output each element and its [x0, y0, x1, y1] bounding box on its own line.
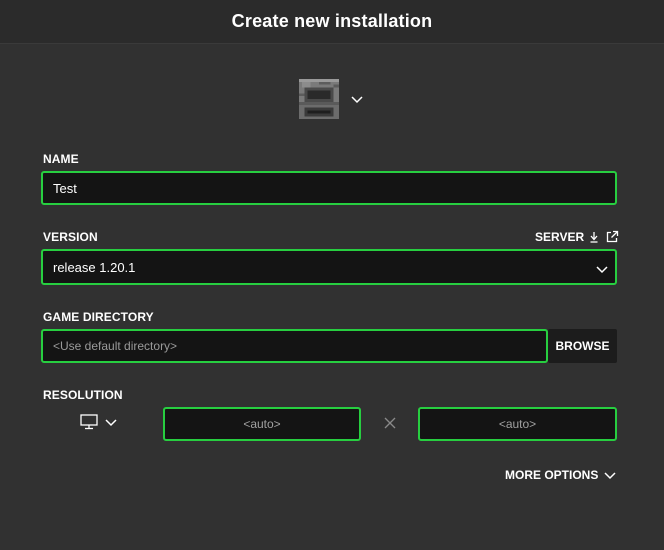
- dialog-header: Create new installation: [0, 0, 664, 44]
- game-directory-placeholder: <Use default directory>: [53, 339, 178, 353]
- page-title: Create new installation: [231, 11, 433, 31]
- furnace-icon: [298, 78, 340, 120]
- name-input[interactable]: Test: [41, 171, 617, 205]
- resolution-height-input[interactable]: <auto>: [418, 407, 617, 441]
- chevron-down-icon: [596, 266, 608, 274]
- more-options-label: MORE OPTIONS: [505, 468, 599, 482]
- name-input-value: Test: [53, 180, 77, 196]
- more-options-toggle[interactable]: MORE OPTIONS: [505, 468, 617, 482]
- resolution-height-placeholder: <auto>: [498, 417, 537, 431]
- name-label: NAME: [43, 152, 79, 166]
- version-select[interactable]: release 1.20.1: [41, 249, 617, 285]
- chevron-down-icon: [105, 419, 117, 427]
- resolution-width-placeholder: <auto>: [243, 417, 281, 431]
- chevron-down-icon: [351, 96, 363, 104]
- version-select-value: release 1.20.1: [53, 259, 136, 275]
- installation-icon-picker[interactable]: [296, 74, 368, 124]
- external-link-icon: [606, 230, 619, 243]
- server-download-link[interactable]: SERVER: [535, 229, 619, 245]
- server-link-label: SERVER: [535, 230, 585, 244]
- game-directory-label: GAME DIRECTORY: [43, 310, 154, 324]
- browse-button[interactable]: BROWSE: [548, 329, 617, 363]
- game-directory-input[interactable]: <Use default directory>: [41, 329, 548, 363]
- chevron-down-icon: [604, 472, 616, 480]
- resolution-preset-dropdown[interactable]: [80, 414, 118, 430]
- download-icon: [590, 232, 598, 243]
- times-icon: [384, 417, 396, 429]
- version-label: VERSION: [43, 230, 98, 244]
- resolution-label: RESOLUTION: [43, 388, 123, 402]
- resolution-width-input[interactable]: <auto>: [163, 407, 361, 441]
- monitor-icon: [80, 414, 98, 430]
